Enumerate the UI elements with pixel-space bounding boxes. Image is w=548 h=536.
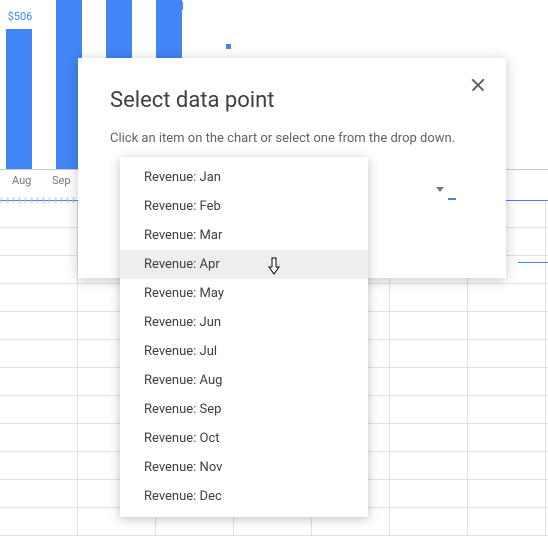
dropdown-item-apr[interactable]: Revenue: Apr: [120, 250, 368, 279]
selection-border-right: [518, 262, 548, 263]
chart-selected-marker[interactable]: [225, 43, 232, 50]
dropdown-item-jan[interactable]: Revenue: Jan: [120, 163, 368, 192]
chart-bar[interactable]: [6, 29, 32, 169]
dropdown-item-jul[interactable]: Revenue: Jul: [120, 337, 368, 366]
chevron-down-icon[interactable]: [436, 187, 444, 192]
bar-value-label: $506: [0, 10, 40, 23]
dialog-title: Select data point: [110, 88, 474, 113]
x-axis-label-sep: Sep: [52, 174, 71, 187]
dialog-subtitle: Click an item on the chart or select one…: [110, 131, 474, 146]
dropdown-item-sep[interactable]: Revenue: Sep: [120, 395, 368, 424]
dropdown-item-oct[interactable]: Revenue: Oct: [120, 424, 368, 453]
select-field-underline[interactable]: [448, 198, 456, 200]
dropdown-item-aug[interactable]: Revenue: Aug: [120, 366, 368, 395]
row-resize-handle[interactable]: [0, 197, 75, 203]
x-axis-label-aug: Aug: [12, 174, 31, 187]
dropdown-item-feb[interactable]: Revenue: Feb: [120, 192, 368, 221]
dropdown-item-mar[interactable]: Revenue: Mar: [120, 221, 368, 250]
dropdown-item-dec[interactable]: Revenue: Dec: [120, 482, 368, 511]
close-icon[interactable]: [470, 76, 488, 94]
bar-value-label: $681: [153, 0, 193, 13]
dropdown-item-jun[interactable]: Revenue: Jun: [120, 308, 368, 337]
dropdown-item-nov[interactable]: Revenue: Nov: [120, 453, 368, 482]
data-point-dropdown[interactable]: Revenue: Jan Revenue: Feb Revenue: Mar R…: [120, 157, 368, 517]
dropdown-item-may[interactable]: Revenue: May: [120, 279, 368, 308]
